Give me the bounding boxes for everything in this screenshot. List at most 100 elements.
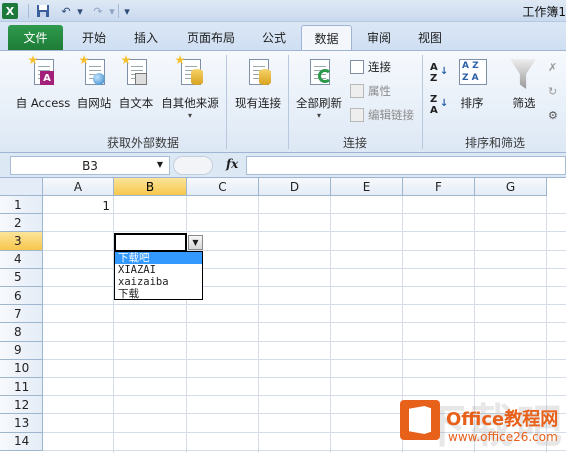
sort-z-to-a-icon[interactable]: Z A ↓ [430, 95, 448, 117]
row-header-7[interactable]: 7 [0, 305, 43, 324]
gridline [43, 377, 566, 378]
edit-links-button[interactable]: 编辑链接 [350, 107, 414, 123]
redo-dropdown-icon[interactable]: ▾ [108, 3, 116, 19]
tab-home[interactable]: 开始 [72, 25, 116, 50]
gridline [43, 322, 566, 324]
link-icon [350, 108, 364, 122]
tab-data[interactable]: 数据 [301, 25, 352, 50]
gridline [43, 304, 566, 306]
insert-function-icon[interactable]: fx [226, 157, 238, 171]
tab-review[interactable]: 审阅 [357, 25, 401, 50]
window-title: 工作簿1 [522, 5, 566, 19]
existing-connections-button[interactable]: 现有连接 [230, 55, 286, 111]
properties-button[interactable]: 属性 [350, 83, 391, 99]
advanced-filter-icon[interactable]: ⚙ [548, 109, 558, 122]
name-box[interactable]: B3 ▼ [10, 156, 170, 175]
tab-insert[interactable]: 插入 [124, 25, 168, 50]
row-header-12[interactable]: 12 [0, 396, 43, 415]
row-header-6[interactable]: 6 [0, 287, 43, 306]
row-header-9[interactable]: 9 [0, 341, 43, 360]
dropdown-arrow-button[interactable]: ▼ [188, 235, 203, 250]
reapply-icon[interactable]: ↻ [548, 85, 557, 98]
connections-icon [350, 60, 364, 74]
dropdown-list: 下载吧 XIAZAI xaizaiba 下载 [114, 251, 203, 300]
column-header-e[interactable]: E [331, 178, 403, 196]
chevron-down-icon: ▾ [187, 111, 192, 120]
gridline [258, 196, 259, 453]
refresh-all-button[interactable]: 全部刷新 ▾ [292, 55, 346, 120]
row-header-11[interactable]: 11 [0, 378, 43, 397]
column-header-g[interactable]: G [475, 178, 547, 196]
formula-bar-resize-handle[interactable] [173, 156, 213, 175]
undo-icon[interactable]: ↶ [58, 3, 74, 19]
dropdown-option[interactable]: 下载吧 [115, 252, 202, 264]
clear-filter-icon[interactable]: ✗ [548, 61, 557, 74]
undo-dropdown-icon[interactable]: ▾ [76, 3, 84, 19]
from-web-button[interactable]: 自网站 [74, 55, 114, 111]
cell-b3-active[interactable] [114, 233, 187, 252]
row-header-5[interactable]: 5 [0, 268, 43, 287]
gridline [330, 196, 331, 453]
customize-toolbar-icon[interactable]: ▾ [122, 3, 132, 19]
from-text-button[interactable]: 自文本 [116, 55, 156, 111]
sort-icon: A ZZ A [457, 55, 487, 89]
gridline [43, 213, 566, 215]
other-source-icon [175, 55, 205, 89]
web-icon [79, 55, 109, 89]
dropdown-option[interactable]: XIAZAI [115, 264, 202, 276]
column-header-d[interactable]: D [259, 178, 331, 196]
tab-view[interactable]: 视图 [408, 25, 452, 50]
row-header-13[interactable]: 13 [0, 414, 43, 433]
cell-a1[interactable]: 1 [43, 197, 114, 215]
title-bar: X ↶ ▾ ↷ ▾ ▾ 工作簿1 [0, 0, 566, 22]
sort-a-to-z-icon[interactable]: A Z ↓ [430, 63, 448, 85]
save-icon[interactable] [36, 3, 50, 19]
refresh-icon [304, 55, 334, 89]
row-header-8[interactable]: 8 [0, 323, 43, 342]
group-label-connections: 连接 [342, 136, 367, 150]
tab-file[interactable]: 文件 [8, 25, 63, 50]
row-header-2[interactable]: 2 [0, 214, 43, 233]
properties-icon [350, 84, 364, 98]
office-logo-icon [400, 400, 440, 440]
gridline [43, 358, 566, 360]
dropdown-option[interactable]: 下载 [115, 288, 202, 300]
ribbon-panel: A 自 Access 自网站 自文本 自其他来源 ▾ 现有连接 获取外部数据 全 [0, 50, 566, 153]
column-header-b[interactable]: B [114, 178, 187, 196]
ribbon-tabs: 文件 开始 插入 页面布局 公式 数据 审阅 视图 [0, 22, 566, 50]
connections-button[interactable]: 连接 [350, 59, 391, 75]
watermark-brand: Office教程网 [446, 409, 559, 430]
chevron-down-icon: ▾ [316, 111, 321, 120]
tab-page-layout[interactable]: 页面布局 [176, 25, 246, 50]
separator [288, 55, 289, 149]
column-header-c[interactable]: C [187, 178, 259, 196]
from-access-button[interactable]: A 自 Access [14, 55, 72, 111]
redo-icon[interactable]: ↷ [90, 3, 106, 19]
group-label-get-external-data: 获取外部数据 [106, 136, 179, 150]
gridline [43, 340, 566, 342]
separator [422, 55, 423, 149]
access-icon: A [28, 55, 58, 89]
row-header-3[interactable]: 3 [0, 232, 43, 251]
existing-connection-icon [243, 55, 273, 89]
row-header-4[interactable]: 4 [0, 250, 43, 269]
formula-bar: B3 ▼ fx [0, 153, 566, 178]
tab-formulas[interactable]: 公式 [252, 25, 296, 50]
sort-button[interactable]: A ZZ A 排序 [454, 55, 490, 111]
dropdown-option[interactable]: xaizaiba [115, 276, 202, 288]
text-file-icon [121, 55, 151, 89]
from-other-sources-button[interactable]: 自其他来源 ▾ [158, 55, 222, 120]
row-header-10[interactable]: 10 [0, 359, 43, 378]
column-header-a[interactable]: A [43, 178, 114, 196]
formula-input[interactable] [246, 156, 566, 175]
watermark-url: www.office26.com [448, 430, 558, 444]
excel-logo-icon[interactable]: X [2, 3, 18, 19]
row-header-1[interactable]: 1 [0, 196, 43, 215]
group-label-sort-filter: 排序和筛选 [464, 136, 525, 150]
select-all-corner[interactable] [0, 178, 43, 196]
chevron-down-icon[interactable]: ▼ [157, 160, 163, 169]
column-header-f[interactable]: F [403, 178, 475, 196]
separator [118, 4, 119, 18]
row-header-14[interactable]: 14 [0, 432, 43, 451]
separator [28, 4, 29, 18]
